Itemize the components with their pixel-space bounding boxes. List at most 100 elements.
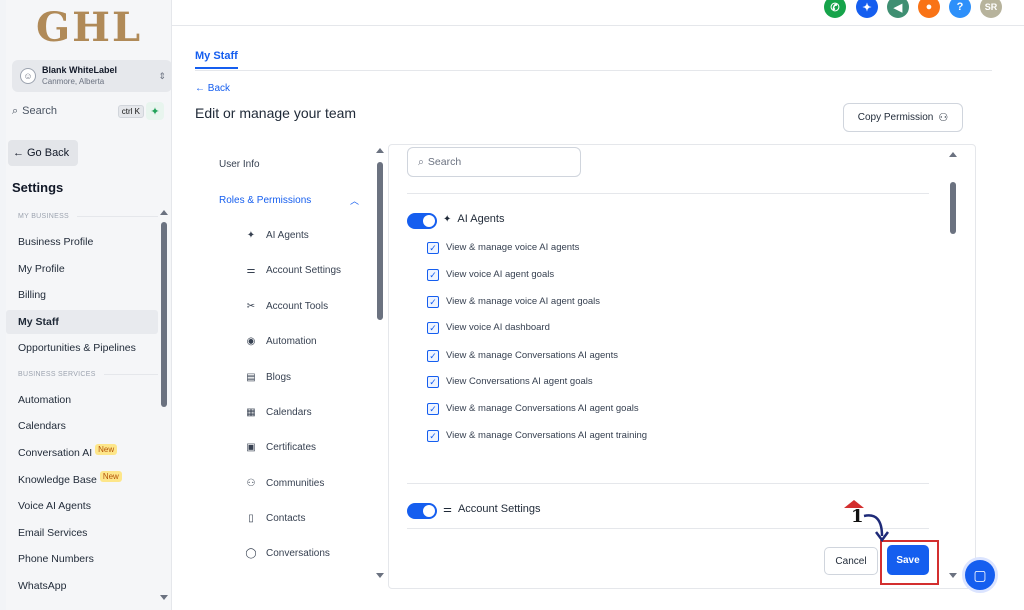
divider [407, 528, 929, 529]
permission-row[interactable]: ✓ View & manage voice AI agent goals [427, 296, 656, 311]
help-icon[interactable]: ? [949, 0, 971, 18]
permission-label: View & manage Conversations AI agents [446, 350, 618, 361]
scrollbar-thumb[interactable] [377, 162, 383, 320]
sparkle-icon: ✦ [443, 213, 452, 225]
menu-item-conversations[interactable]: ◯ Conversations [244, 548, 330, 559]
menu-user-info[interactable]: User Info [219, 159, 260, 170]
copy-permission-label: Copy Permission [857, 112, 934, 123]
copy-permission-button[interactable]: Copy Permission ⚇ [843, 103, 963, 132]
sidebar-scrollbar[interactable] [160, 210, 168, 605]
menu-item-communities[interactable]: ⚇ Communities [244, 478, 325, 489]
back-link[interactable]: ← Back [195, 83, 230, 94]
sparkle-icon: ✦ [246, 230, 256, 241]
bell-icon[interactable]: ● [918, 0, 940, 18]
scroll-up-icon[interactable] [376, 148, 384, 153]
checkbox-checked[interactable]: ✓ [427, 322, 439, 334]
permission-label: View voice AI dashboard [446, 322, 550, 333]
permission-label: View & manage voice AI agent goals [446, 296, 601, 307]
menu-item-calendars[interactable]: ▦ Calendars [244, 407, 312, 418]
certificate-icon: ▣ [246, 442, 256, 453]
phone-icon[interactable]: ✆ [824, 0, 846, 18]
sidebar-item-my-staff[interactable]: My Staff [6, 310, 158, 334]
checkbox-checked[interactable]: ✓ [427, 430, 439, 442]
menu-item-label: Contacts [266, 513, 306, 524]
sidebar-item-knowledge-base[interactable]: Knowledge Base New [6, 468, 158, 492]
permission-search-input[interactable]: ⌕ Search [407, 147, 581, 177]
menu-item-certificates[interactable]: ▣ Certificates [244, 442, 316, 453]
chat-support-icon[interactable]: ▢ [962, 557, 998, 593]
menu-roles-permissions[interactable]: Roles & Permissions ︿ [219, 194, 359, 207]
search-placeholder: Search [427, 156, 462, 168]
account-settings-toggle[interactable] [407, 503, 437, 519]
menu-item-ai-agents[interactable]: ✦ AI Agents [244, 230, 309, 241]
sidebar-item-voice-ai-agents[interactable]: Voice AI Agents [6, 494, 158, 518]
calendar-icon: ▦ [246, 407, 256, 418]
scrollbar-thumb[interactable] [161, 222, 167, 407]
sidebar-item-opportunities[interactable]: Opportunities & Pipelines [6, 336, 158, 360]
checkbox-checked[interactable]: ✓ [427, 269, 439, 281]
menu-item-contacts[interactable]: ▯ Contacts [244, 513, 305, 524]
back-label: Back [207, 83, 231, 94]
megaphone-icon[interactable]: ◀ [887, 0, 909, 18]
user-icon: ☺ [20, 68, 36, 84]
play-circle-icon: ◉ [246, 336, 256, 347]
permission-label: View & manage Conversations AI agent tra… [446, 430, 648, 441]
sidebar-item-calendars[interactable]: Calendars [6, 414, 158, 438]
checkbox-checked[interactable]: ✓ [427, 403, 439, 415]
users-icon: ⚇ [246, 478, 256, 489]
tab-my-staff[interactable]: My Staff [195, 50, 238, 69]
permission-row[interactable]: ✓ View Conversations AI agent goals [427, 376, 656, 391]
permission-row[interactable]: ✓ View & manage Conversations AI agents [427, 350, 656, 365]
cancel-button[interactable]: Cancel [824, 547, 878, 575]
menu-item-account-tools[interactable]: ✂ Account Tools [244, 301, 328, 312]
section-my-business: MY BUSINESS [18, 213, 158, 220]
permission-row[interactable]: ✓ View & manage Conversations AI agent go… [427, 403, 656, 418]
menu-item-label: Calendars [266, 407, 312, 418]
permission-row[interactable]: ✓ View voice AI dashboard [427, 322, 656, 337]
sidebar-item-automation[interactable]: Automation [6, 388, 158, 412]
scrollbar-thumb[interactable] [950, 182, 956, 234]
ai-sparkle-icon[interactable]: ✦ [146, 102, 164, 120]
arrow-left-icon: ← [13, 147, 24, 159]
permission-row[interactable]: ✓ View voice AI agent goals [427, 269, 656, 284]
scroll-down-icon[interactable] [160, 595, 168, 600]
sidebar-item-phone-numbers[interactable]: Phone Numbers [6, 547, 158, 571]
ai-agents-toggle[interactable] [407, 213, 437, 229]
top-bar: ✆ ✦ ◀ ● ? SR [172, 0, 1024, 26]
sidebar-item-conversation-ai[interactable]: Conversation AI New [6, 441, 158, 465]
search-icon: ⌕ [12, 104, 19, 117]
menu-item-automation[interactable]: ◉ Automation [244, 336, 317, 347]
sidebar-item-business-profile[interactable]: Business Profile [6, 230, 158, 254]
brand-logo[interactable]: GHL [36, 4, 142, 51]
sidebar-item-billing[interactable]: Billing [6, 283, 158, 307]
divider [407, 483, 929, 484]
account-switcher[interactable]: ☺ Blank WhiteLabel Canmore, Alberta ⇕ [12, 60, 172, 92]
scroll-down-icon[interactable] [376, 573, 384, 578]
sidebar-item-label: Conversation AI [18, 447, 93, 459]
chat-bubble-icon: ◯ [245, 548, 257, 559]
sidebar-item-whatsapp[interactable]: WhatsApp [6, 574, 158, 598]
tab-divider [195, 70, 992, 71]
menu-item-blogs[interactable]: ▤ Blogs [244, 372, 291, 383]
menu-scrollbar[interactable] [376, 148, 384, 583]
sidebar-item-email-services[interactable]: Email Services [6, 521, 158, 545]
avatar[interactable]: SR [980, 0, 1002, 18]
checkbox-checked[interactable]: ✓ [427, 376, 439, 388]
permission-label: View Conversations AI agent goals [446, 376, 593, 387]
magic-icon[interactable]: ✦ [856, 0, 878, 18]
scroll-up-icon[interactable] [160, 210, 168, 215]
checkbox-checked[interactable]: ✓ [427, 242, 439, 254]
menu-item-account-settings[interactable]: ⚌ Account Settings [244, 265, 342, 276]
panel-scrollbar[interactable] [948, 148, 958, 588]
settings-sliders-icon: ⚌ [246, 265, 256, 276]
scroll-up-icon[interactable] [949, 152, 957, 157]
go-back-button[interactable]: ← Go Back [8, 140, 78, 166]
scroll-down-icon[interactable] [949, 573, 957, 578]
sidebar-search[interactable]: ⌕ Search ctrl K [12, 102, 144, 120]
checkbox-checked[interactable]: ✓ [427, 296, 439, 308]
permission-row[interactable]: ✓ View & manage voice AI agents [427, 242, 656, 257]
step-marker: 1 [844, 500, 889, 543]
checkbox-checked[interactable]: ✓ [427, 350, 439, 362]
permission-row[interactable]: ✓ View & manage Conversations AI agent tr… [427, 430, 656, 445]
sidebar-item-my-profile[interactable]: My Profile [6, 257, 158, 281]
